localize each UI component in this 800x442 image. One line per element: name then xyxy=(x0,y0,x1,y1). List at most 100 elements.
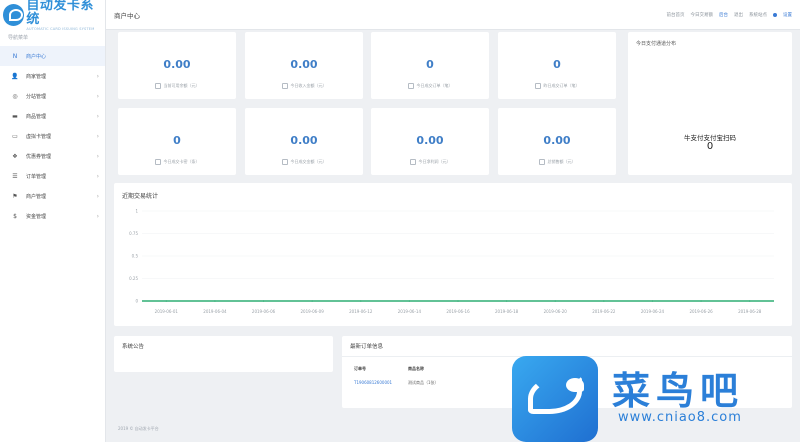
chevron-right-icon: › xyxy=(96,192,99,200)
brand-logo[interactable]: 自动发卡系统 AUTOMATIC CARD ISSUING SYSTEM xyxy=(0,0,105,31)
sidebar-item-label: 订单管理 xyxy=(26,173,47,180)
chart-x-tick: 2019-06-14 xyxy=(398,309,422,314)
stat-icon xyxy=(534,83,541,89)
stat-value: 0.00 xyxy=(163,58,191,71)
chevron-right-icon: › xyxy=(96,112,99,120)
topbar-link-logout[interactable]: 退出 xyxy=(734,12,743,18)
sidebar-item-3[interactable]: ▬ 商品管理 › xyxy=(0,106,105,126)
stat-icon xyxy=(407,83,414,89)
chart-x-tick: 2019-06-20 xyxy=(544,309,568,314)
chart-point xyxy=(165,300,168,302)
sidebar-item-label: 虚拟卡管理 xyxy=(26,133,52,140)
stat-label: 昨日成交订单（笔） xyxy=(543,83,580,88)
stat-card-0: 0.00 当前可用余额（元） xyxy=(118,32,236,99)
footer: 2019 © 自动发卡平台 xyxy=(118,426,159,431)
order-number[interactable]: T19060812600001 xyxy=(354,380,408,386)
stat-label-row: 昨日成交订单（笔） xyxy=(498,83,616,89)
chart-point xyxy=(505,300,508,302)
chart-y-tick: 1 xyxy=(135,209,138,214)
status-dot-icon xyxy=(773,12,777,17)
chart-x-tick: 2019-06-22 xyxy=(592,309,616,314)
stat-label: 今日成交订单（笔） xyxy=(416,83,453,88)
sidebar-item-0[interactable]: N 商户中心 xyxy=(0,46,105,66)
user-icon: 👤 xyxy=(11,72,19,80)
stat-icon xyxy=(281,159,288,165)
chart-point xyxy=(603,300,605,302)
topbar-link-home[interactable]: 前台首页 xyxy=(667,12,685,18)
stat-card-2: 0 今日成交订单（笔） xyxy=(371,32,489,99)
orders-header-no: 订单号 xyxy=(354,366,366,371)
sidebar-item-8[interactable]: $ 资金管理 › xyxy=(0,206,105,226)
chart-x-tick: 2019-06-12 xyxy=(349,309,373,314)
sidebar-item-6[interactable]: ☰ 订单管理 › xyxy=(0,166,105,186)
sidebar-item-label: 商户中心 xyxy=(26,53,47,60)
stat-value: 0 xyxy=(553,58,561,71)
sidebar-item-4[interactable]: ▭ 虚拟卡管理 › xyxy=(0,126,105,146)
stat-value: 0.00 xyxy=(290,58,318,71)
sidebar-item-5[interactable]: ❖ 优惠券管理 › xyxy=(0,146,105,166)
brand-subtitle: AUTOMATIC CARD ISSUING SYSTEM xyxy=(26,26,95,31)
chevron-right-icon: › xyxy=(96,92,99,100)
stat-label-row: 今日成交订单（笔） xyxy=(371,83,489,89)
transaction-chart: 1 0.75 0.5 0.25 0 2019-06-01 2019-06-04 2019-06… xyxy=(129,209,774,314)
orders-title: 最新订单信息 xyxy=(350,344,384,350)
chart-y-tick: 0.25 xyxy=(129,276,138,281)
chart-x-tick: 2019-06-09 xyxy=(301,309,325,314)
stat-icon xyxy=(154,83,161,89)
merchant-icon: ⚑ xyxy=(12,192,18,200)
settings-link[interactable]: 设置 xyxy=(783,12,792,18)
chevron-right-icon: › xyxy=(96,152,99,160)
chevron-right-icon: › xyxy=(96,72,99,80)
watermark-name: 菜鸟吧 xyxy=(612,368,745,413)
stat-label-row: 今日成交卡密（条） xyxy=(118,159,236,165)
sidebar-item-label: 商品管理 xyxy=(26,113,47,120)
chart-x-tick: 2019-06-06 xyxy=(252,309,276,314)
chart-x-tick: 2019-06-04 xyxy=(203,309,227,314)
table-row[interactable]: T19060812600001 测试商品（1张） xyxy=(354,380,498,386)
stat-label: 今日净利润（元） xyxy=(418,159,451,164)
stat-value: 0.00 xyxy=(416,134,444,147)
stat-card-4: 0 今日成交卡密（条） xyxy=(118,108,236,175)
stat-value: 0 xyxy=(426,58,434,71)
stat-card-1: 0.00 今日收入金额（元） xyxy=(245,32,363,99)
brand-icon xyxy=(3,4,25,26)
topbar-link-today[interactable]: 今日交易额 xyxy=(691,12,714,18)
pay-channel-panel: 今日支付通道分布 牛支付支付宝扫码 0 xyxy=(628,32,792,175)
chart-x-tick: 2019-06-18 xyxy=(495,309,519,314)
stat-icon xyxy=(154,159,161,165)
card-icon: ▭ xyxy=(12,132,18,140)
sidebar-item-7[interactable]: ⚑ 商户管理 › xyxy=(0,186,105,206)
topbar-link-admin[interactable]: 后台 xyxy=(719,12,728,18)
topbar-account[interactable]: 系统站点 xyxy=(749,12,767,18)
order-product: 测试商品（1张） xyxy=(408,380,439,385)
stat-label: 今日成交金额（元） xyxy=(290,159,327,164)
globe-icon: ◎ xyxy=(12,92,18,100)
chart-y-tick: 0.5 xyxy=(132,254,139,259)
stat-label-row: 今日收入金额（元） xyxy=(245,83,363,89)
money-icon: $ xyxy=(13,212,17,220)
chart-point xyxy=(554,300,557,302)
stat-label: 当前可用余额（元） xyxy=(163,83,200,88)
sidebar-item-label: 优惠券管理 xyxy=(26,153,52,160)
sidebar-item-1[interactable]: 👤 商家管理 › xyxy=(0,66,105,86)
shop-icon: ▬ xyxy=(12,112,18,120)
announcement-title: 系统公告 xyxy=(122,344,145,350)
sidebar: 自动发卡系统 AUTOMATIC CARD ISSUING SYSTEM 导航菜… xyxy=(0,0,106,442)
stat-label: 今日成交卡密（条） xyxy=(163,159,200,164)
stat-label-row: 今日净利润（元） xyxy=(371,159,489,165)
stat-card-5: 0.00 今日成交金额（元） xyxy=(245,108,363,175)
chart-point xyxy=(457,300,459,302)
orders-table-header: 订单号 商品名称 xyxy=(354,366,498,372)
brand-title: 自动发卡系统 xyxy=(26,0,94,27)
pay-channel-value: 0 xyxy=(706,141,714,152)
list-icon: ☰ xyxy=(12,172,18,180)
chart-x-tick: 2019-06-16 xyxy=(446,309,470,314)
chart-x-tick: 2019-06-01 xyxy=(155,309,179,314)
stat-icon xyxy=(281,83,288,89)
chart-point xyxy=(408,300,411,302)
watermark: 菜鸟吧 www.cniao8.com xyxy=(512,348,800,442)
stat-label-row: 总销售额（元） xyxy=(498,159,616,165)
chart-point xyxy=(651,300,654,302)
sidebar-item-2[interactable]: ◎ 分站管理 › xyxy=(0,86,105,106)
page-title: 商户中心 xyxy=(114,11,140,20)
